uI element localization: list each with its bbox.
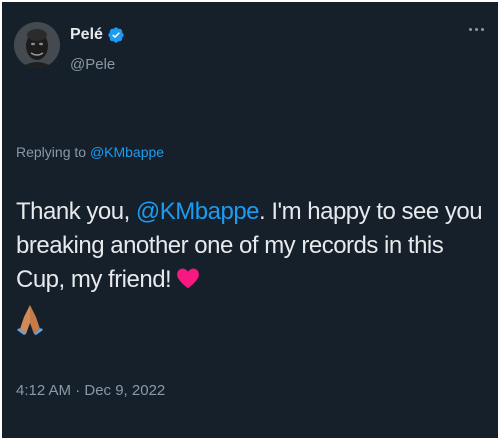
avatar[interactable] [14,22,60,68]
tweet-timestamp[interactable]: 4:12 AM · Dec 9, 2022 [16,382,165,399]
folded-hands-icon [16,301,44,340]
replying-to: Replying to @KMbappe [16,144,164,160]
tweet-mention[interactable]: @KMbappe [136,198,260,225]
avatar-image [14,22,60,68]
heart-icon [175,265,201,301]
replying-prefix: Replying to [16,144,87,160]
replying-mention[interactable]: @KMbappe [90,144,164,160]
author-name-row: Pelé [70,26,125,44]
author-display-name[interactable]: Pelé [70,26,103,44]
verified-badge-icon [107,26,125,44]
author-handle[interactable]: @Pele [70,56,115,73]
more-options-icon[interactable] [469,28,484,31]
tweet-text: Thank you, @KMbappe. I'm happy to see yo… [16,195,492,301]
tweet-text-before: Thank you, [16,198,136,225]
tweet-card: Pelé @Pele Replying to @KMbappe Thank yo… [2,2,498,438]
screenshot-frame: Pelé @Pele Replying to @KMbappe Thank yo… [0,0,500,440]
